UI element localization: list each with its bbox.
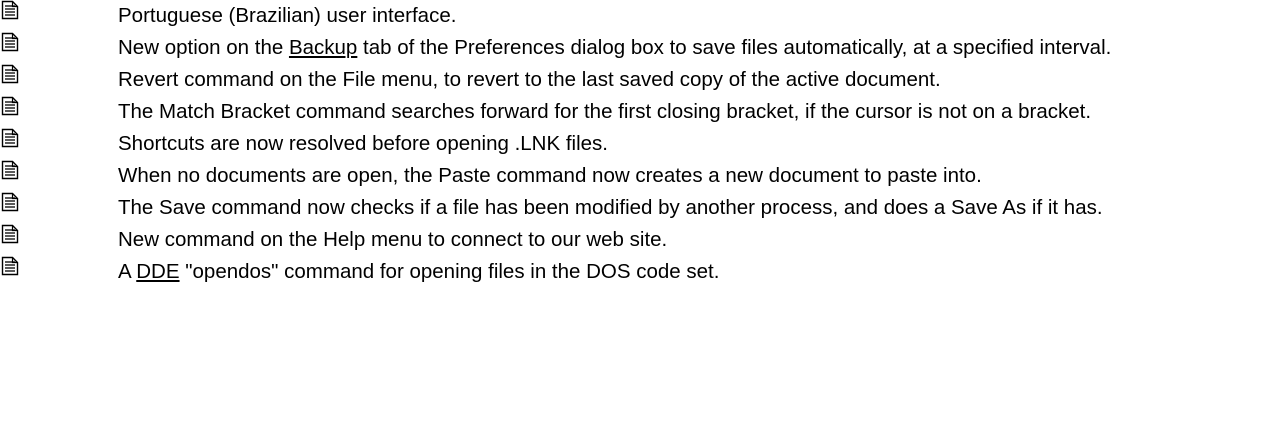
list-item-text: A DDE "opendos" command for opening file… xyxy=(0,260,1251,284)
list-item: When no documents are open, the Paste co… xyxy=(0,160,1261,188)
document-icon xyxy=(1,256,19,276)
text-fragment: The Match Bracket command searches forwa… xyxy=(118,100,1092,123)
list-item-text: When no documents are open, the Paste co… xyxy=(0,164,1251,188)
text-fragment: Portuguese (Brazilian) user interface. xyxy=(118,4,457,27)
list-item: The Save command now checks if a file ha… xyxy=(0,192,1261,220)
text-fragment: New command on the Help menu to connect … xyxy=(118,228,668,251)
text-fragment: Revert command on the File menu, to reve… xyxy=(118,68,941,91)
help-link-dde[interactable]: DDE xyxy=(136,260,179,283)
list-item: New command on the Help menu to connect … xyxy=(0,224,1261,252)
list-item-text: New command on the Help menu to connect … xyxy=(0,228,1251,252)
document-icon xyxy=(1,32,19,52)
document-icon xyxy=(1,96,19,116)
text-fragment: tab of the Preferences dialog box to sav… xyxy=(357,36,1112,59)
list-item-text: The Match Bracket command searches forwa… xyxy=(0,100,1251,124)
text-fragment: New option on the xyxy=(118,36,289,59)
document-icon xyxy=(1,128,19,148)
list-item-text: New option on the Backup tab of the Pref… xyxy=(0,36,1251,60)
text-fragment: "opendos" command for opening files in t… xyxy=(179,260,720,283)
list-item: Shortcuts are now resolved before openin… xyxy=(0,128,1261,156)
list-item-text: Portuguese (Brazilian) user interface. xyxy=(0,4,1251,28)
list-item-text: Revert command on the File menu, to reve… xyxy=(0,68,1251,92)
list-item-text: The Save command now checks if a file ha… xyxy=(0,196,1251,220)
list-item-text: Shortcuts are now resolved before openin… xyxy=(0,132,1251,156)
list-item: A DDE "opendos" command for opening file… xyxy=(0,256,1261,284)
text-fragment: Shortcuts are now resolved before openin… xyxy=(118,132,608,155)
list-item: The Match Bracket command searches forwa… xyxy=(0,96,1261,124)
document-icon xyxy=(1,224,19,244)
document-icon xyxy=(1,0,19,20)
list-item: Portuguese (Brazilian) user interface. xyxy=(0,0,1261,28)
document-icon xyxy=(1,192,19,212)
text-fragment: A xyxy=(118,260,137,283)
list-item: Revert command on the File menu, to reve… xyxy=(0,64,1261,92)
feature-list: Portuguese (Brazilian) user interface. Ne… xyxy=(0,0,1261,284)
help-link-backup[interactable]: Backup xyxy=(289,36,357,59)
text-fragment: When no documents are open, the Paste co… xyxy=(118,164,982,187)
text-fragment: The Save command now checks if a file ha… xyxy=(118,196,1103,219)
document-icon xyxy=(1,160,19,180)
list-item: New option on the Backup tab of the Pref… xyxy=(0,32,1261,60)
document-icon xyxy=(1,64,19,84)
